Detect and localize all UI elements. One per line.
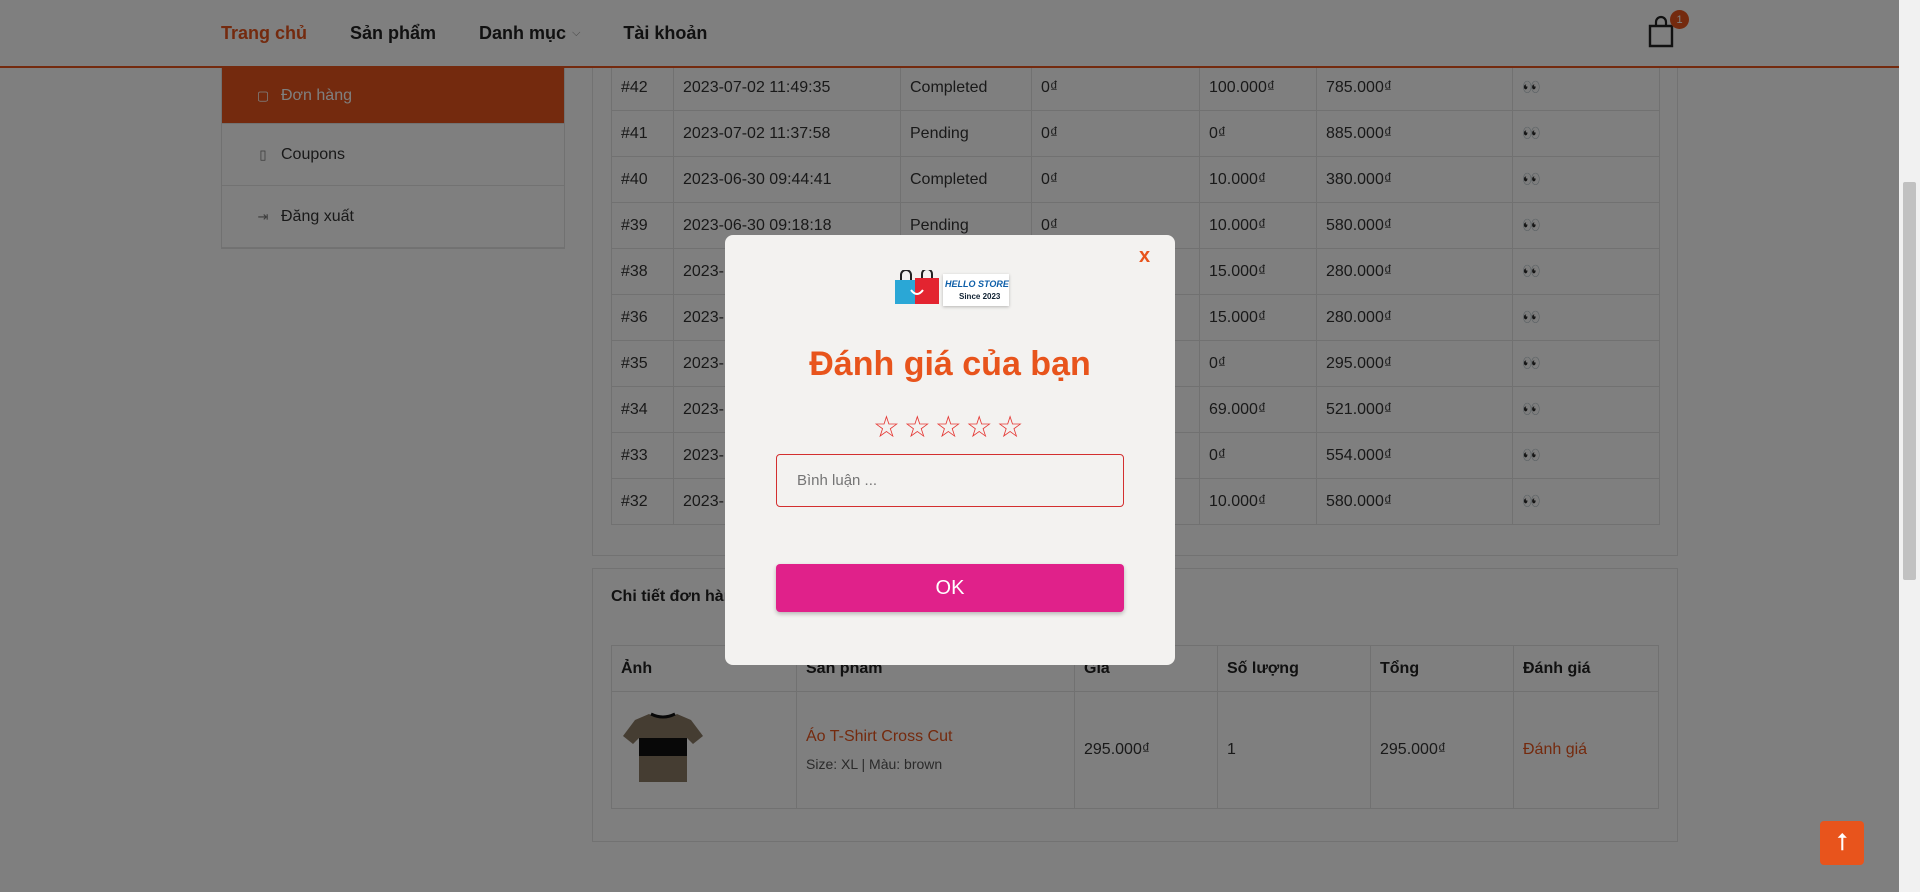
logo-name: HELLO STORE xyxy=(945,279,1009,289)
page-scrollbar[interactable] xyxy=(1899,0,1920,892)
ok-button[interactable]: OK xyxy=(776,564,1124,612)
arrow-up-icon: ⭡ xyxy=(1836,829,1848,856)
modal-title: Đánh giá của bạn xyxy=(809,345,1091,383)
logo-since: Since 2023 xyxy=(959,292,1001,301)
scrollbar-thumb[interactable] xyxy=(1903,182,1916,580)
shopping-bags-logo-icon xyxy=(895,268,939,304)
scroll-top-button[interactable]: ⭡ xyxy=(1820,821,1864,865)
star-icon[interactable]: ☆ xyxy=(935,413,962,443)
star-rating: ☆ ☆ ☆ ☆ ☆ xyxy=(873,413,1024,443)
star-icon[interactable]: ☆ xyxy=(997,413,1024,443)
star-icon[interactable]: ☆ xyxy=(873,413,900,443)
rating-modal: x HELLO STORE Since 2023 Đánh giá của bạ… xyxy=(725,235,1175,665)
star-icon[interactable]: ☆ xyxy=(966,413,993,443)
comment-input[interactable] xyxy=(776,454,1124,507)
star-icon[interactable]: ☆ xyxy=(904,413,931,443)
close-icon[interactable]: x xyxy=(1139,245,1150,268)
store-logo: HELLO STORE Since 2023 xyxy=(891,268,1009,306)
